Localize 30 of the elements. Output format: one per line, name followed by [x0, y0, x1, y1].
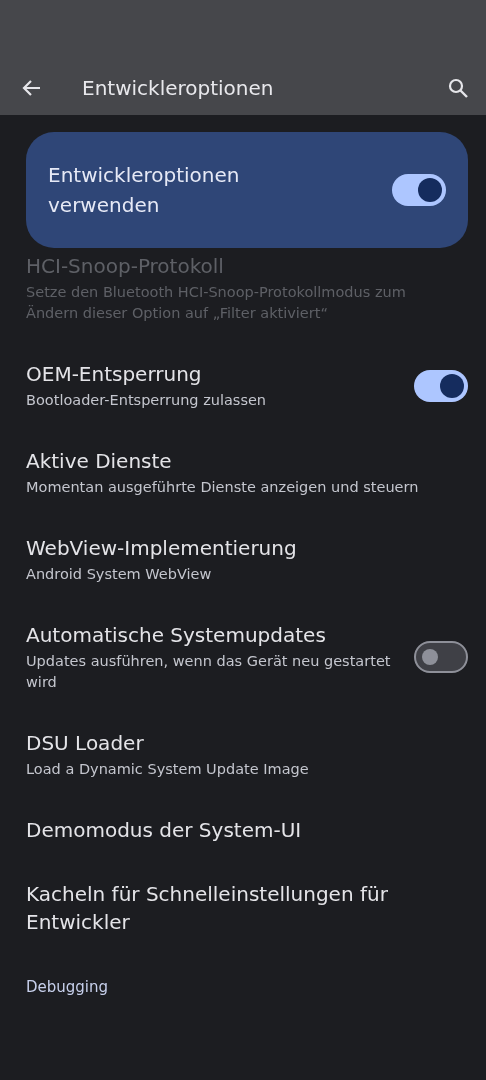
item-title: Kacheln für Schnelleinstellungen für Entwickler	[26, 881, 389, 936]
item-title: Aktive Dienste	[26, 448, 173, 475]
settings-item[interactable]: Kacheln für Schnelleinstellungen für Entwickler	[0, 862, 486, 954]
item-title: OEM-Entsperrung	[26, 361, 203, 388]
settings-item[interactable]: Demomodus der System-UI	[0, 798, 486, 862]
section-header: Debugging	[25, 977, 110, 998]
main-toggle-label: Entwickleroptionen verwenden	[48, 162, 241, 219]
item-title: DSU Loader	[26, 730, 145, 757]
toggle-switch[interactable]	[392, 174, 446, 206]
item-title: HCI-Snoop-Protokoll	[26, 253, 225, 280]
item-summary: Load a Dynamic System Update Image	[26, 760, 310, 779]
item-title: Automatische Systemupdates	[26, 622, 327, 649]
item-summary: Momentan ausgeführte Dienste anzeigen und steuern	[26, 478, 420, 497]
settings-item[interactable]: WebView-Implementierung Android System WebView	[0, 516, 486, 603]
settings-item[interactable]: Aktive Dienste Momentan ausgeführte Dienste anzeigen und steuern	[0, 429, 486, 516]
item-summary: Updates ausführen, wenn das Gerät neu gestartet wird	[26, 652, 392, 692]
settings-item[interactable]: DSU Loader Load a Dynamic System Update Image	[0, 711, 486, 798]
item-summary: Setze den Bluetooth HCI-Snoop-Protokollmodus zum Ändern dieser Option auf „Filter aktiviert“	[26, 283, 407, 323]
item-title: WebView-Implementierung	[26, 535, 298, 562]
main-toggle-card[interactable]: Entwickleroptionen verwenden	[26, 132, 468, 248]
item-summary: Bootloader-Entsperrung zulassen	[26, 391, 268, 410]
item-summary: Android System WebView	[26, 565, 213, 584]
settings-item[interactable]: OEM-Entsperrung Bootloader-Entsperrung zulassen	[0, 342, 486, 429]
toggle-switch[interactable]	[414, 641, 468, 673]
settings-item[interactable]: Automatische Systemupdates Updates ausführen, wenn das Gerät neu gestartet wird	[0, 603, 486, 711]
screen-title: Entwickleroptionen	[82, 75, 275, 100]
toggle-switch[interactable]	[414, 369, 468, 402]
item-title: Demomodus der System-UI	[26, 817, 303, 844]
back-icon[interactable]	[21, 78, 41, 97]
search-icon[interactable]	[448, 77, 468, 98]
